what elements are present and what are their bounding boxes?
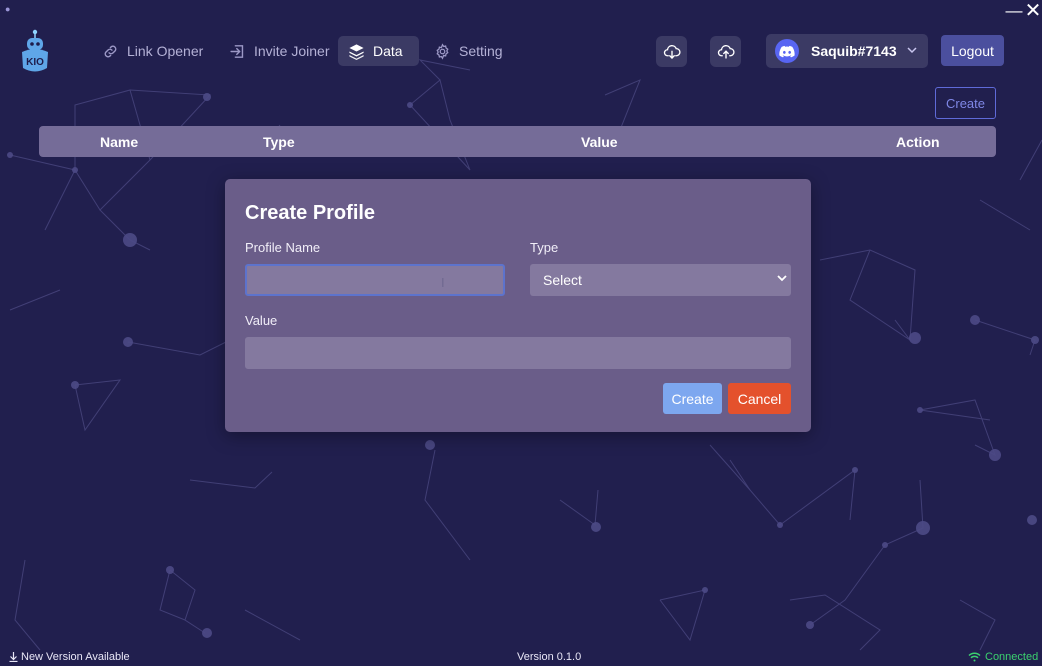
profile-name-input[interactable] <box>245 264 505 296</box>
nav-label: Link Opener <box>127 43 204 59</box>
type-label: Type <box>530 240 559 255</box>
status-text: Connected <box>985 651 1039 663</box>
profile-name-label: Profile Name <box>245 240 321 255</box>
enter-icon <box>230 44 244 58</box>
column-header-value: Value <box>581 134 618 150</box>
type-select-value: Select <box>543 272 582 288</box>
column-header-type: Type <box>263 134 295 150</box>
value-label: Value <box>245 313 278 328</box>
column-header-action: Action <box>896 134 940 150</box>
chevron-down-icon <box>907 46 917 57</box>
cloud-upload-button[interactable] <box>710 36 741 67</box>
table-header: Name Type Value Action <box>39 126 996 157</box>
close-icon[interactable]: ✕ <box>1022 1 1042 21</box>
cloud-download-button[interactable] <box>656 36 687 67</box>
cloud-download-icon <box>663 44 681 59</box>
nav-label: Setting <box>459 43 503 59</box>
connection-status: Connected <box>968 651 1038 663</box>
chevron-down-icon <box>777 275 787 282</box>
download-icon <box>9 652 18 662</box>
new-version-link[interactable]: New Version Available <box>9 651 130 663</box>
kio-logo: KIO <box>17 28 53 76</box>
svg-text:KIO: KIO <box>26 57 44 68</box>
column-header-name: Name <box>100 134 139 150</box>
wifi-icon <box>968 652 981 662</box>
nav-label: Invite Joiner <box>254 43 330 59</box>
nav-setting[interactable]: Setting <box>424 36 513 66</box>
username: Saquib#7143 <box>811 43 897 59</box>
cloud-upload-icon <box>717 44 735 59</box>
logout-button[interactable]: Logout <box>941 35 1004 66</box>
type-select[interactable]: Select <box>530 264 791 296</box>
nav-invite-joiner[interactable]: Invite Joiner <box>219 36 339 66</box>
link-icon <box>104 45 117 57</box>
user-menu-dropdown[interactable]: Saquib#7143 <box>766 34 928 68</box>
dialog-title: Create Profile <box>245 202 376 224</box>
text-cursor-icon: I <box>441 275 445 290</box>
window-titlebar: ● — ✕ <box>0 0 1042 22</box>
create-button[interactable]: Create <box>935 87 996 119</box>
new-version-text: New Version Available <box>21 651 130 663</box>
dialog-create-button[interactable]: Create <box>663 383 722 414</box>
nav-link-opener[interactable]: Link Opener <box>92 36 213 66</box>
discord-icon <box>779 45 795 57</box>
app-icon: ● <box>5 4 11 14</box>
nav-data[interactable]: Data <box>338 36 419 66</box>
layers-icon <box>349 43 364 60</box>
dialog-cancel-button[interactable]: Cancel <box>728 383 791 414</box>
gear-icon <box>436 42 449 60</box>
value-input[interactable] <box>245 337 791 369</box>
nav-label: Data <box>373 43 403 59</box>
create-profile-dialog: Create Profile Profile Name I Type Selec… <box>225 179 811 432</box>
version-text: Version 0.1.0 <box>517 651 582 663</box>
avatar <box>775 39 799 63</box>
